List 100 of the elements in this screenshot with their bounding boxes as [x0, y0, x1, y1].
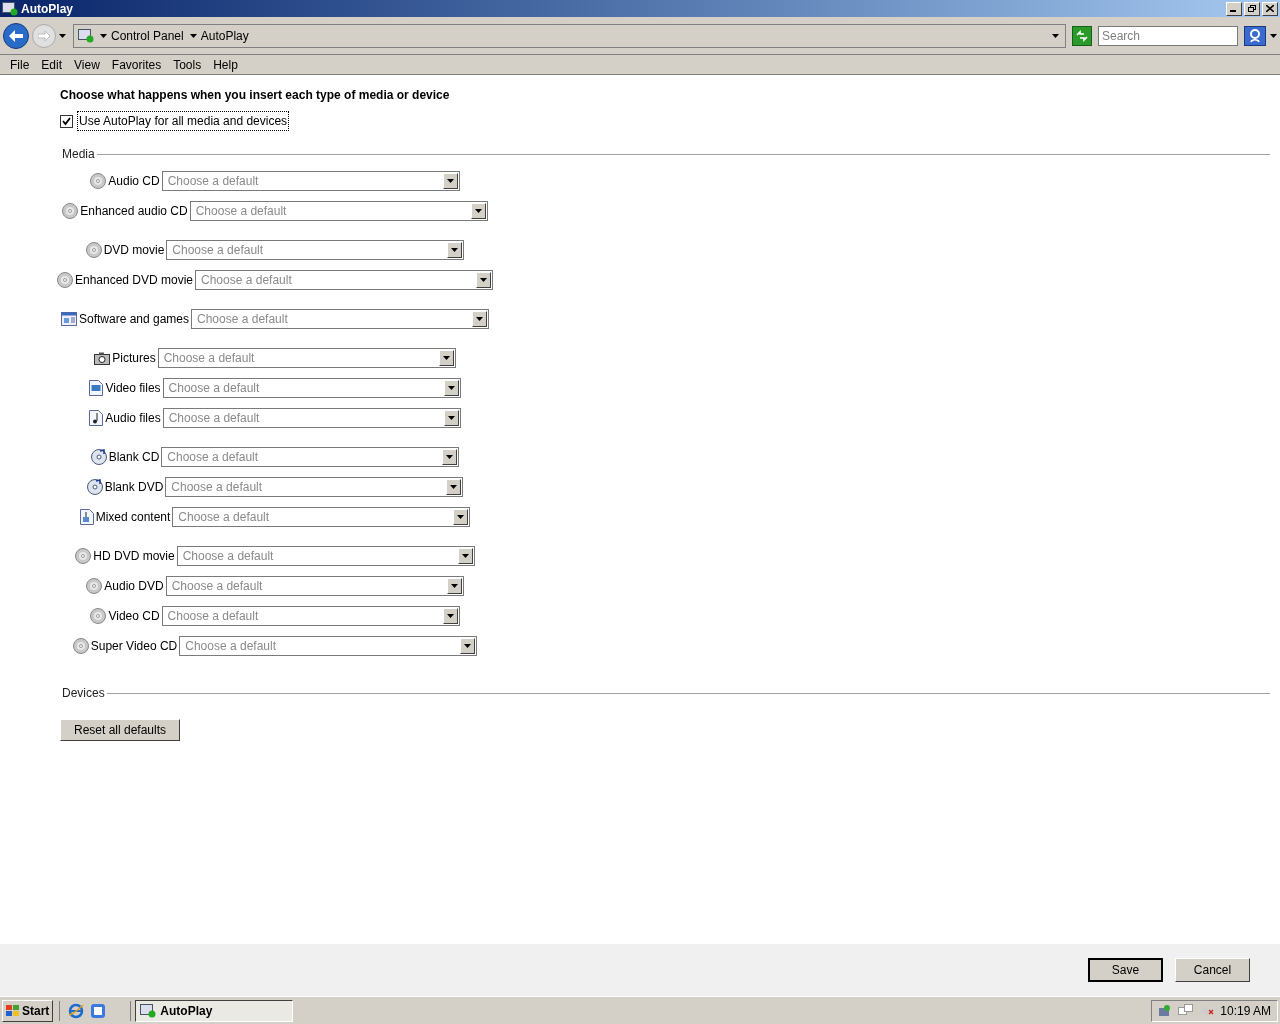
caret-icon [446, 455, 454, 459]
default-action-dropdown[interactable]: Choose a default [165, 477, 464, 497]
restore-button[interactable] [1244, 1, 1260, 16]
dropdown-placeholder: Choose a default [166, 173, 260, 190]
checkbox-label[interactable]: Use AutoPlay for all media and devices [77, 111, 290, 131]
network-tray-icon[interactable] [1158, 1003, 1173, 1018]
menu-item[interactable]: File [4, 55, 36, 74]
dropdown-placeholder: Choose a default [177, 509, 271, 526]
dialog-button[interactable]: Cancel [1175, 958, 1250, 982]
restore-icon [1248, 5, 1256, 12]
autoplay-icon [2, 1, 18, 16]
start-button[interactable]: Start [2, 999, 54, 1022]
media-type-label: Super Video CD [90, 638, 178, 655]
clock: 10:19 AM [1220, 1002, 1271, 1020]
caret-icon [442, 356, 450, 360]
reset-defaults-button[interactable]: Reset all defaults [60, 719, 180, 741]
media-type-label: Video CD [108, 608, 160, 625]
media-type-label: Audio files [105, 410, 161, 427]
refresh-button[interactable] [1072, 25, 1092, 46]
menu-item[interactable]: Help [207, 55, 244, 74]
section-title: Media [61, 146, 96, 163]
menu-item[interactable]: Edit [35, 55, 69, 74]
dropdown-arrow-button[interactable] [447, 242, 463, 258]
dropdown-arrow-button[interactable] [446, 479, 462, 495]
disc-icon [62, 203, 79, 219]
close-button[interactable] [1262, 1, 1278, 16]
media-type-label: Audio DVD [104, 578, 164, 595]
caret-icon [476, 317, 484, 321]
disc-icon [90, 173, 107, 189]
dropdown-arrow-button[interactable] [446, 578, 462, 594]
caret-icon [464, 644, 472, 648]
windows-logo-icon [6, 1004, 20, 1017]
dropdown-arrow-button[interactable] [476, 272, 492, 288]
caret-icon [450, 584, 458, 588]
media-type-label: HD DVD movie [93, 548, 175, 565]
dialog-button[interactable]: Save [1088, 958, 1163, 982]
forward-arrow-icon [38, 30, 50, 41]
default-action-dropdown[interactable]: Choose a default [161, 171, 460, 191]
dropdown-arrow-button[interactable] [470, 203, 486, 219]
address-bar[interactable]: Control Panel AutoPlay [73, 23, 1066, 48]
menu-item[interactable]: Tools [167, 55, 208, 74]
default-action-dropdown[interactable]: Choose a default [161, 447, 460, 467]
search-field[interactable]: Search [1098, 25, 1238, 46]
dropdown-placeholder: Choose a default [196, 311, 289, 328]
default-action-dropdown[interactable]: Choose a default [165, 576, 464, 596]
dropdown-arrow-button[interactable] [443, 410, 459, 426]
dropdown-arrow-button[interactable] [442, 608, 458, 624]
caret-icon [447, 386, 455, 390]
camera-icon [94, 351, 111, 365]
default-action-dropdown[interactable]: Choose a default [191, 309, 490, 329]
default-action-dropdown[interactable]: Choose a default [162, 408, 461, 428]
default-action-dropdown[interactable]: Choose a default [189, 201, 488, 221]
default-action-dropdown[interactable]: Choose a default [176, 546, 475, 566]
taskbar-task[interactable]: AutoPlay [135, 999, 294, 1022]
checkmark-icon [62, 116, 71, 126]
dropdown-arrow-button[interactable] [442, 449, 458, 465]
menu-item[interactable]: Favorites [105, 55, 168, 74]
dropdown-arrow-button[interactable] [438, 350, 454, 366]
caret-icon [450, 485, 458, 489]
dropdown-arrow-button[interactable] [472, 311, 488, 327]
back-button[interactable] [3, 22, 29, 49]
window-icon [60, 312, 77, 326]
default-action-dropdown[interactable]: Choose a default [157, 348, 456, 368]
browser-icon[interactable] [68, 1002, 85, 1019]
dropdown-placeholder: Choose a default [166, 449, 260, 466]
caret-icon [451, 248, 459, 252]
window-title: AutoPlay [21, 0, 74, 18]
menu-item[interactable]: View [68, 55, 106, 74]
default-action-dropdown[interactable]: Choose a default [179, 636, 478, 656]
breadcrumb-item[interactable]: Control Panel [111, 26, 184, 45]
dropdown-arrow-button[interactable] [457, 548, 473, 564]
default-action-dropdown[interactable]: Choose a default [195, 270, 494, 290]
section-title: Devices [61, 685, 106, 702]
media-type-label: DVD movie [103, 242, 165, 259]
dropdown-arrow-button[interactable] [453, 509, 469, 525]
dropdown-arrow-button[interactable] [443, 380, 459, 396]
music-file-icon [89, 410, 104, 426]
page-heading: Choose what happens when you insert each type of media or device [60, 87, 451, 104]
media-type-label: Enhanced audio CD [80, 203, 188, 220]
default-action-dropdown[interactable]: Choose a default [172, 507, 471, 527]
default-action-dropdown[interactable]: Choose a default [161, 606, 460, 626]
dropdown-placeholder: Choose a default [162, 350, 256, 367]
caret-icon [474, 209, 482, 213]
checkbox[interactable] [60, 114, 73, 128]
caret-icon [480, 278, 488, 282]
breadcrumb-item[interactable]: AutoPlay [200, 26, 249, 45]
breadcrumb-caret-icon [100, 33, 107, 38]
dropdown-arrow-button[interactable] [460, 638, 476, 654]
video-file-icon [89, 380, 104, 396]
dropdown-placeholder: Choose a default [200, 272, 293, 289]
dropdown-placeholder: Choose a default [167, 380, 261, 397]
minimize-button[interactable] [1226, 1, 1242, 16]
blank-disc-icon [86, 479, 103, 495]
close-icon [1266, 5, 1274, 12]
search-button[interactable] [1244, 25, 1266, 46]
monitor-tray-icon[interactable] [1178, 1003, 1195, 1018]
dropdown-arrow-button[interactable] [442, 173, 458, 189]
default-action-dropdown[interactable]: Choose a default [162, 378, 461, 398]
default-action-dropdown[interactable]: Choose a default [166, 240, 465, 260]
back-arrow-icon [9, 29, 23, 42]
